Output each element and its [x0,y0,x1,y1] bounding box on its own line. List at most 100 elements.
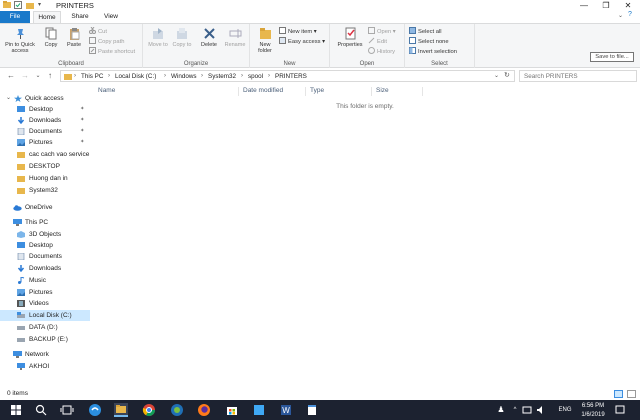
nav-network[interactable]: Network [0,349,90,360]
new-folder-quick-icon[interactable] [26,1,34,9]
file-list[interactable]: Name Date modified Type Size This folder… [90,86,640,388]
nav-item-folder[interactable]: cac cach vao service [0,149,90,160]
breadcrumb-printers[interactable]: PRINTERS [275,72,307,81]
paste-button[interactable]: Paste [64,27,84,48]
notification-center-icon[interactable] [614,400,630,420]
breadcrumb-separator[interactable]: › [241,72,243,81]
refresh-icon[interactable]: ↻ [504,71,510,79]
select-none-button[interactable]: Select none [409,37,449,46]
details-view-icon[interactable] [614,390,623,398]
breadcrumb-separator[interactable]: › [74,72,76,81]
windows-start-icon[interactable] [9,403,23,417]
nav-item-data-drive[interactable]: DATA (D:) [0,322,90,333]
column-header-date-modified[interactable]: Date modified [243,86,283,96]
nav-item-folder[interactable]: DESKTOP [0,161,90,172]
tab-home[interactable]: Home [33,11,61,23]
move-to-button[interactable]: Move to [148,27,168,48]
chrome-icon[interactable] [142,403,156,417]
search-icon[interactable] [34,403,48,417]
nav-item-folder[interactable]: Huong dan in [0,173,90,184]
history-button[interactable]: History [368,47,395,56]
address-dropdown-icon[interactable]: ⌄ [494,72,499,79]
clock[interactable]: 6:56 PM 1/6/2019 [578,400,608,420]
column-header-type[interactable]: Type [310,86,324,96]
task-view-icon[interactable] [60,403,74,417]
forward-arrow-icon[interactable]: → [20,71,30,81]
tab-view[interactable]: View [99,11,123,23]
large-icons-view-icon[interactable] [627,390,636,398]
invert-selection-button[interactable]: Invert selection [409,47,457,56]
edit-button[interactable]: Edit [368,37,387,46]
breadcrumb-separator[interactable]: › [108,72,110,81]
nav-item-pictures[interactable]: Pictures ✦ [0,137,90,148]
nav-item-network-pc[interactable]: AKHOI [0,361,90,372]
breadcrumb-separator[interactable]: › [164,72,166,81]
expand-ribbon-icon[interactable]: ⌄ [618,12,623,19]
cut-button[interactable]: Cut [89,27,107,36]
breadcrumb-separator[interactable]: › [201,72,203,81]
properties-button[interactable]: Properties [334,27,366,48]
column-divider[interactable] [371,87,372,96]
copy-to-button[interactable]: Copy to [172,27,192,48]
store-icon[interactable] [225,403,239,417]
nav-item-documents[interactable]: Documents ✦ [0,126,90,137]
help-icon[interactable]: ? [628,11,632,18]
new-item-button[interactable]: New item ▾ [279,27,317,36]
column-divider[interactable] [422,87,423,96]
select-all-button[interactable]: Select all [409,27,442,36]
nav-this-pc[interactable]: This PC [0,217,90,228]
volume-icon[interactable] [536,400,548,420]
minimize-button[interactable]: — [574,0,594,11]
new-folder-button[interactable]: New folder [254,27,276,54]
column-header-size[interactable]: Size [376,86,389,96]
nav-item-local-disk[interactable]: Local Disk (C:) [0,310,90,321]
delete-button[interactable]: Delete [199,27,219,48]
copy-button[interactable]: Copy [41,27,61,48]
breadcrumb-spool[interactable]: spool [248,72,263,81]
firefox-icon[interactable] [197,403,211,417]
file-explorer-icon[interactable] [114,403,128,417]
breadcrumb-this-pc[interactable]: This PC [81,72,103,81]
word-icon[interactable]: W [279,403,293,417]
tab-file[interactable]: File [0,11,30,23]
language-indicator[interactable]: ENG [555,400,575,420]
breadcrumb-separator[interactable]: › [268,72,270,81]
open-button[interactable]: Open ▾ [368,27,396,36]
copy-path-button[interactable]: Copy path [89,37,124,46]
column-divider[interactable] [238,87,239,96]
nav-item-downloads[interactable]: Downloads ✦ [0,115,90,126]
nav-quick-access[interactable]: ⌄ Quick access [0,93,90,104]
nav-item-pictures[interactable]: Pictures [0,287,90,298]
nav-item-documents[interactable]: Documents [0,251,90,262]
up-arrow-icon[interactable]: ↑ [45,71,55,81]
breadcrumb-local-disk[interactable]: Local Disk (C:) [115,72,156,81]
breadcrumb-windows[interactable]: Windows [171,72,197,81]
customize-quick-access-icon[interactable]: ▾ [38,1,46,9]
maximize-button[interactable]: ❐ [596,0,616,11]
close-button[interactable]: ✕ [618,0,638,11]
nav-item-backup-drive[interactable]: BACKUP (E:) [0,334,90,345]
search-box[interactable] [519,70,637,82]
nav-item-videos[interactable]: Videos [0,298,90,309]
nav-item-3d-objects[interactable]: 3D Objects [0,229,90,240]
app-icon[interactable] [252,403,266,417]
notepad-icon[interactable] [305,403,319,417]
recent-locations-icon[interactable]: ⌄ [33,71,43,81]
back-arrow-icon[interactable]: ← [6,71,16,81]
tab-share[interactable]: Share [66,11,94,23]
column-header-name[interactable]: Name [98,86,115,96]
collapse-chevron-icon[interactable]: ⌄ [6,93,11,104]
nav-item-desktop[interactable]: Desktop [0,240,90,251]
easy-access-button[interactable]: Easy access ▾ [279,37,325,46]
show-hidden-icons-icon[interactable]: ^ [510,400,520,420]
search-input[interactable] [524,72,624,81]
address-bar[interactable]: › This PC › Local Disk (C:) › Windows › … [60,70,515,82]
coc-coc-browser-icon[interactable] [170,403,184,417]
column-divider[interactable] [305,87,306,96]
rename-button[interactable]: Rename [223,27,247,48]
properties-quick-icon[interactable] [14,1,22,9]
nav-item-music[interactable]: Music [0,275,90,286]
nav-item-folder[interactable]: System32 [0,185,90,196]
nav-item-desktop[interactable]: Desktop ✦ [0,104,90,115]
paste-shortcut-button[interactable]: Paste shortcut [89,47,135,56]
